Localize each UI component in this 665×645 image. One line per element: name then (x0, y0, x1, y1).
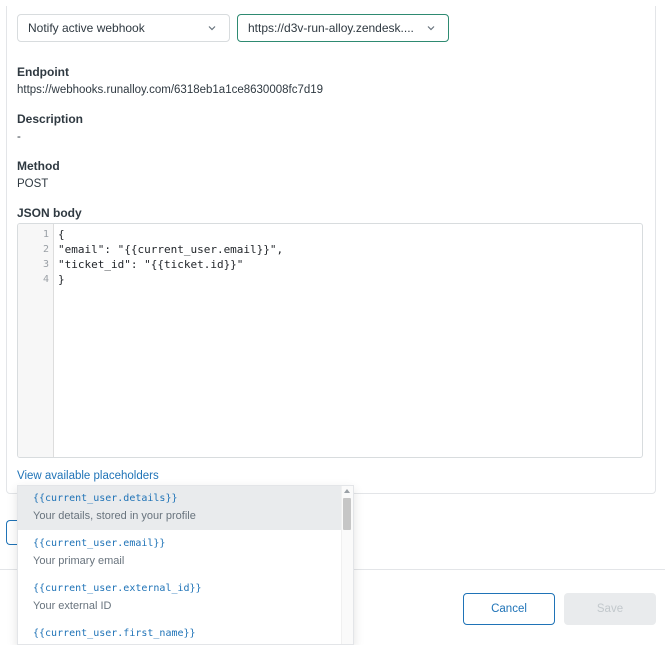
endpoint-value: https://webhooks.runalloy.com/6318eb1a1c… (17, 84, 324, 96)
placeholder-code: {{current_user.email}} (33, 538, 166, 549)
json-body-editor[interactable]: 1 2 3 4 { "email": "{{current_user.email… (17, 223, 643, 458)
placeholder-code: {{current_user.external_id}} (33, 583, 202, 594)
placeholder-item[interactable]: {{current_user.external_id}} Your extern… (18, 576, 342, 620)
placeholder-item[interactable]: {{current_user.details}} Your details, s… (18, 486, 342, 530)
description-value: - (17, 131, 21, 143)
code-line[interactable]: } (58, 273, 65, 286)
scroll-up-arrow-icon[interactable] (344, 489, 350, 493)
placeholder-description: Your external ID (33, 600, 112, 612)
placeholder-item[interactable]: {{current_user.first_name}} (18, 621, 342, 644)
action-select-value: Notify active webhook (28, 21, 145, 35)
description-label: Description (17, 112, 84, 126)
code-line[interactable]: "ticket_id": "{{ticket.id}}" (58, 258, 243, 271)
method-value: POST (17, 178, 49, 190)
line-number: 3 (42, 259, 49, 270)
code-line[interactable]: { (58, 228, 65, 241)
chevron-down-icon (427, 26, 435, 31)
chevron-down-icon (208, 26, 216, 31)
json-body-label: JSON body (17, 206, 82, 220)
endpoint-label: Endpoint (17, 65, 69, 79)
webhook-target-select[interactable]: https://d3v-run-alloy.zendesk.... (237, 14, 449, 42)
placeholder-description: Your primary email (33, 555, 125, 567)
save-button[interactable]: Save (564, 593, 656, 625)
placeholder-code: {{current_user.first_name}} (33, 628, 196, 639)
placeholders-dropdown[interactable]: {{current_user.details}} Your details, s… (17, 485, 354, 645)
code-line[interactable]: "email": "{{current_user.email}}", (58, 243, 283, 256)
dropdown-scrollbar[interactable] (341, 486, 353, 644)
cancel-button[interactable]: Cancel (463, 593, 555, 625)
placeholder-description: Your details, stored in your profile (33, 510, 196, 522)
line-number: 2 (42, 244, 49, 255)
method-label: Method (17, 159, 60, 173)
action-select[interactable]: Notify active webhook (17, 14, 230, 42)
line-number-gutter: 1 2 3 4 (18, 224, 54, 457)
scrollbar-thumb[interactable] (343, 498, 351, 530)
placeholder-code: {{current_user.details}} (33, 493, 178, 504)
view-placeholders-link[interactable]: View available placeholders (17, 470, 159, 482)
placeholder-item[interactable]: {{current_user.email}} Your primary emai… (18, 531, 342, 575)
line-number: 1 (42, 229, 49, 240)
webhook-target-select-value: https://d3v-run-alloy.zendesk.... (248, 21, 414, 35)
line-number: 4 (42, 274, 49, 285)
